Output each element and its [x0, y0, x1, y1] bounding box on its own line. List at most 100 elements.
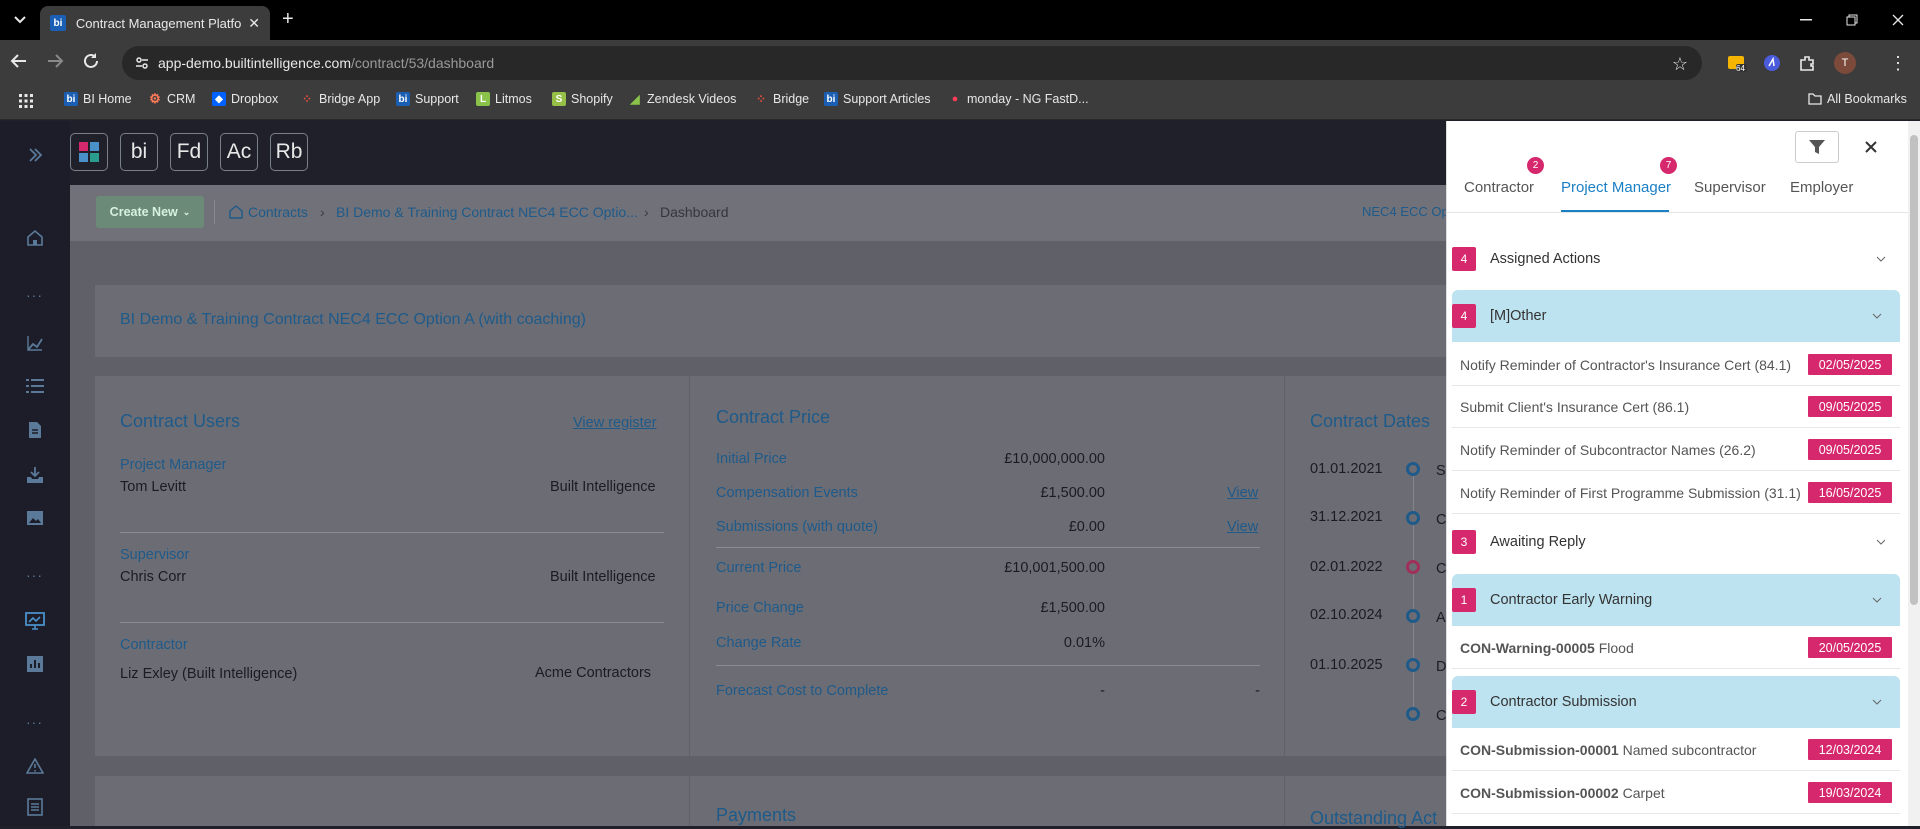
scrollbar-thumb[interactable] [1910, 135, 1918, 605]
extension-blue-icon[interactable] [1761, 52, 1783, 74]
panel-scrollbar[interactable] [1908, 121, 1920, 826]
other-group-header[interactable]: 4 [M]Other [1452, 290, 1900, 342]
image-icon[interactable] [24, 507, 46, 529]
price-label: Initial Price [716, 451, 787, 467]
action-item[interactable]: Submit Client's Insurance Cert (86.1) 09/… [1452, 386, 1900, 428]
count-badge: 3 [1452, 530, 1476, 554]
action-item[interactable]: Notify Reminder of Contractor's Insuranc… [1452, 344, 1900, 386]
bookmark-support-articles[interactable]: bi Support Articles [824, 92, 931, 106]
header-button-fd[interactable]: Fd [170, 133, 208, 171]
filter-button[interactable] [1795, 131, 1839, 163]
bookmark-monday[interactable]: ● monday - NG FastD... [948, 92, 1089, 106]
contract-title[interactable]: BI Demo & Training Contract NEC4 ECC Opt… [120, 311, 586, 329]
bookmark-crm[interactable]: ⚙ CRM [148, 91, 195, 106]
download-tray-icon[interactable] [24, 464, 46, 486]
register-icon[interactable] [24, 796, 46, 818]
count-badge: 1 [1452, 588, 1476, 612]
forward-button[interactable] [46, 52, 70, 70]
bookmark-dropbox[interactable]: ◆ Dropbox [212, 92, 278, 106]
bookmark-star-icon[interactable]: ☆ [1672, 54, 1688, 75]
action-item[interactable]: Notify Reminder of First Programme Submi… [1452, 472, 1900, 514]
timeline-line [1413, 470, 1414, 715]
tab-project-manager[interactable]: Project Manager [1561, 179, 1671, 196]
address-bar[interactable]: app-demo.builtintelligence.com/contract/… [122, 46, 1702, 80]
minimize-button[interactable] [1783, 0, 1829, 40]
bookmark-label: Support Articles [843, 92, 931, 106]
more-dots-icon: ··· [26, 287, 43, 303]
close-panel-button[interactable] [1860, 136, 1882, 158]
breadcrumb-contracts[interactable]: Contracts [229, 204, 308, 220]
chevron-down-icon: ⌄ [182, 206, 191, 217]
close-tab-icon[interactable]: ✕ [248, 15, 260, 32]
analytics-icon[interactable] [24, 332, 46, 354]
bookmark-zendesk-videos[interactable]: ◢ Zendesk Videos [628, 92, 736, 106]
back-button[interactable] [10, 52, 34, 70]
bookmark-bi-home[interactable]: bi BI Home [64, 92, 132, 106]
early-warning-group-header[interactable]: 1 Contractor Early Warning [1452, 574, 1900, 626]
contract-type-label[interactable]: NEC4 ECC Op [1362, 204, 1449, 219]
home-icon[interactable] [24, 227, 46, 249]
date-value: 02.10.2024 [1310, 607, 1383, 623]
all-bookmarks[interactable]: All Bookmarks [1808, 92, 1907, 106]
arrow-left-icon [10, 54, 26, 68]
action-text: Submit Client's Insurance Cert (86.1) [1460, 398, 1690, 415]
tab-title: Contract Management Platform [75, 15, 243, 31]
tab-contractor[interactable]: Contractor [1464, 179, 1534, 196]
apps-grid-icon[interactable] [18, 93, 34, 109]
chevron-down-icon [1872, 313, 1882, 319]
arrow-right-icon [48, 54, 64, 68]
home-icon [229, 205, 243, 219]
due-date-badge: 09/05/2025 [1808, 439, 1892, 460]
browser-tab-active[interactable]: bi Contract Management Platform ✕ [40, 6, 270, 40]
breadcrumb-separator-icon: › [644, 204, 649, 220]
breadcrumb-contract[interactable]: BI Demo & Training Contract NEC4 ECC Opt… [336, 204, 638, 220]
profile-avatar[interactable]: T [1834, 52, 1856, 74]
tab-badge: 7 [1660, 157, 1677, 174]
action-item[interactable]: CON-Submission-00001 Named subcontractor… [1452, 729, 1900, 771]
timeline-dot [1406, 560, 1420, 574]
bi-icon: bi [396, 92, 410, 106]
header-button-ac[interactable]: Ac [220, 133, 258, 171]
extensions-puzzle-icon[interactable] [1796, 52, 1818, 74]
warning-icon[interactable] [24, 755, 46, 777]
bookmark-support[interactable]: bi Support [396, 92, 459, 106]
assigned-actions-header[interactable]: 4 Assigned Actions [1452, 246, 1900, 272]
browser-menu-icon[interactable]: ⋮ [1887, 52, 1909, 74]
action-item[interactable]: CON-Submission-00002 Carpet 19/03/2024 [1452, 772, 1900, 814]
bookmark-bridge[interactable]: ⁘ Bridge [754, 92, 809, 106]
document-icon[interactable] [24, 419, 46, 441]
app-logo-button[interactable] [70, 133, 108, 171]
contract-price-title: Contract Price [716, 407, 831, 427]
tab-employer[interactable]: Employer [1790, 179, 1853, 196]
view-register-link[interactable]: View register [573, 415, 657, 431]
action-item[interactable]: CON-Warning-00005 Flood 20/05/2025 [1452, 627, 1900, 669]
reports-chart-icon[interactable] [24, 653, 46, 675]
dashboard-icon[interactable] [24, 610, 46, 632]
expand-sidebar-icon[interactable] [24, 144, 46, 166]
bookmark-bridge-app[interactable]: ⁘ Bridge App [300, 92, 380, 106]
tab-search-button[interactable] [7, 7, 33, 33]
action-item[interactable]: Notify Reminder of Subcontractor Names (… [1452, 429, 1900, 471]
header-button-rb[interactable]: Rb [270, 133, 308, 171]
app-sidebar: ··· ··· ··· [0, 121, 70, 826]
list-icon[interactable] [24, 375, 46, 397]
view-compensation-events-link[interactable]: View [1227, 485, 1258, 501]
close-window-button[interactable] [1875, 0, 1920, 40]
extension-notes-icon[interactable]: 64 [1726, 52, 1748, 74]
breadcrumb-dashboard: Dashboard [660, 204, 729, 220]
new-tab-button[interactable]: + [282, 8, 294, 31]
bookmark-shopify[interactable]: S Shopify [552, 92, 613, 106]
tab-supervisor[interactable]: Supervisor [1694, 179, 1766, 196]
create-new-button[interactable]: Create New ⌄ [96, 196, 204, 228]
view-submissions-link[interactable]: View [1227, 519, 1258, 535]
bookmark-label: monday - NG FastD... [967, 92, 1089, 106]
site-info-icon[interactable] [134, 55, 150, 71]
bookmark-litmos[interactable]: L Litmos [476, 92, 532, 106]
tab-badge: 2 [1527, 157, 1544, 174]
restore-button[interactable] [1829, 0, 1875, 40]
header-button-bi[interactable]: bi [120, 133, 158, 171]
submission-group-header[interactable]: 2 Contractor Submission [1452, 676, 1900, 728]
reload-button[interactable] [82, 52, 106, 70]
awaiting-reply-header[interactable]: 3 Awaiting Reply [1452, 529, 1900, 555]
price-value: 0.01% [1063, 635, 1105, 651]
